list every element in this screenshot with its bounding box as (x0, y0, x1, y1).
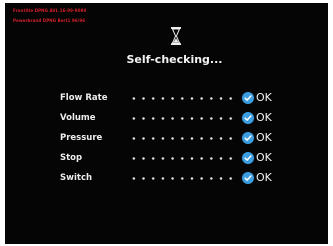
check-status: OK (256, 111, 272, 124)
check-label: Flow Rate (60, 93, 108, 103)
check-circle-icon (242, 132, 254, 144)
check-circle-icon (242, 152, 254, 164)
check-status: OK (256, 171, 272, 184)
check-circle-icon (242, 92, 254, 104)
check-circle-icon (242, 112, 254, 124)
check-status: OK (256, 151, 272, 164)
self-check-screen: Frontlite DPNG AVL 16-09-9089 Powerbrand… (5, 3, 328, 244)
check-row-pressure: Pressure OK (5, 131, 328, 147)
check-status: OK (256, 131, 272, 144)
check-label: Pressure (60, 133, 103, 143)
check-row-flow-rate: Flow Rate OK (5, 91, 328, 107)
page-title: Self-checking... (126, 53, 223, 66)
check-row-switch: Switch OK (5, 171, 328, 187)
dot-leader (129, 177, 235, 180)
dot-leader (129, 97, 235, 100)
check-label: Volume (60, 113, 96, 123)
check-label: Stop (60, 153, 83, 163)
check-label: Switch (60, 173, 93, 183)
dot-leader (129, 137, 235, 140)
check-row-stop: Stop OK (5, 151, 328, 167)
firmware-version-line-1: Frontlite DPNG AVL 16-09-9089 (13, 8, 87, 13)
dot-leader (129, 157, 235, 160)
hourglass-icon (171, 27, 181, 45)
firmware-version-line-2: Powerbrand DPNG Bert1 96/96 (13, 18, 86, 23)
check-status: OK (256, 91, 272, 104)
dot-leader (129, 117, 235, 120)
check-circle-icon (242, 172, 254, 184)
check-row-volume: Volume OK (5, 111, 328, 127)
